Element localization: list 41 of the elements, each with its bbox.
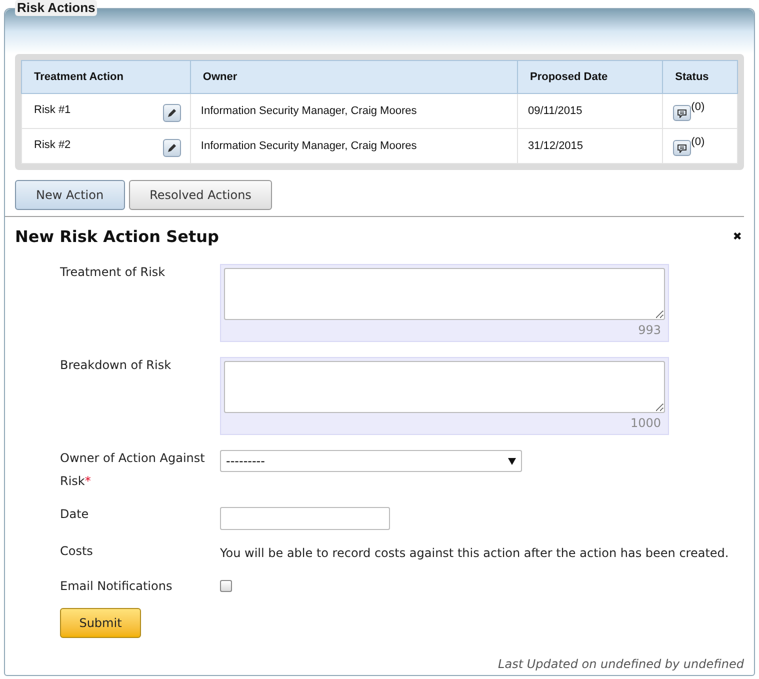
edit-button[interactable] <box>162 139 181 157</box>
table-cell-text: Risk #1 <box>34 103 71 118</box>
owner-select[interactable]: --------- <box>220 450 522 472</box>
email-checkbox[interactable] <box>220 580 232 592</box>
field-label: Owner of Action Against Risk* <box>60 451 205 488</box>
speech-bubble-icon <box>677 144 688 152</box>
column-header: Treatment Action <box>22 60 190 94</box>
pencil-icon <box>166 108 177 118</box>
dropdown-arrow-icon <box>508 458 516 464</box>
column-header: Owner <box>190 60 518 94</box>
table-cell: Information Security Manager, Craig Moores <box>200 104 417 117</box>
table-cell: Information Security Manager, Craig Moores <box>200 140 417 152</box>
form-title: New Risk Action Setup <box>15 226 219 248</box>
panel-title: Risk Actions <box>15 0 98 16</box>
edit-button[interactable] <box>162 104 181 122</box>
field-label: Breakdown of Risk <box>60 358 172 372</box>
table-cell: 09/11/2015 <box>528 104 582 117</box>
column-header: Proposed Date <box>517 60 663 94</box>
field-label: Date <box>60 507 89 521</box>
speech-bubble-icon <box>677 108 688 118</box>
comments-button[interactable] <box>673 140 692 156</box>
field-label: Treatment of Risk <box>60 265 166 279</box>
table-cell: 31/12/2015 <box>528 140 584 152</box>
tab[interactable]: New Action <box>15 180 125 210</box>
comment-count: (0) <box>691 136 705 148</box>
last-updated-note: Last Updated on undefined by undefined <box>498 656 744 673</box>
costs-note: You will be able to record costs against this action after the action has been created. <box>220 546 729 560</box>
pencil-icon <box>166 143 177 153</box>
column-header: Status <box>662 60 738 94</box>
select-value: --------- <box>226 453 265 470</box>
tab[interactable]: Resolved Actions <box>128 180 272 210</box>
character-counter: 993 <box>638 322 662 338</box>
submit-button[interactable]: Submit <box>60 608 141 638</box>
comments-button[interactable] <box>673 105 692 121</box>
close-button[interactable]: ✖ <box>732 228 742 246</box>
field-label: Email Notifications <box>60 579 172 593</box>
character-counter: 1000 <box>630 415 662 431</box>
date-field[interactable] <box>220 506 390 530</box>
field-label: Costs <box>60 544 93 558</box>
table-cell-text: Risk #2 <box>34 138 71 153</box>
comment-count: (0) <box>691 101 705 113</box>
